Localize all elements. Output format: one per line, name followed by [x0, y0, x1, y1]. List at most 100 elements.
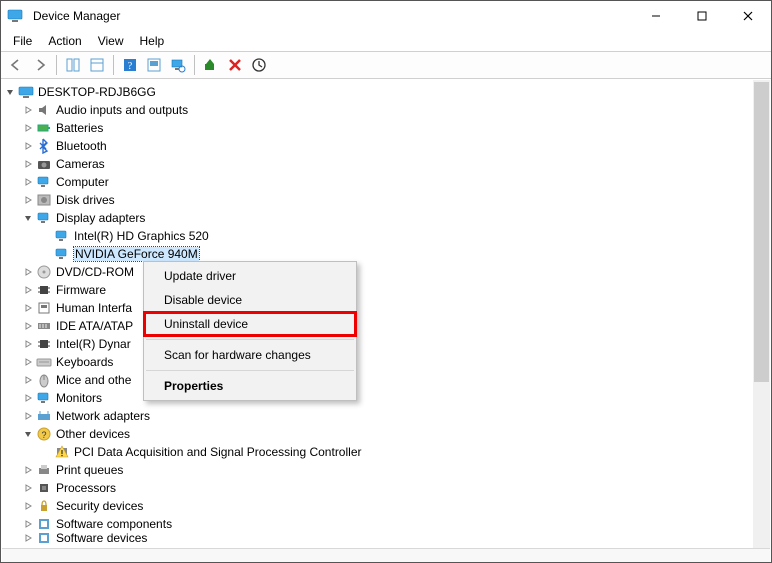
tree-item-label: Processors — [56, 481, 116, 495]
tree-item[interactable]: Computer — [2, 173, 753, 191]
disk-icon — [36, 192, 52, 208]
tree-item[interactable]: Intel(R) HD Graphics 520 — [2, 227, 753, 245]
tree-item[interactable]: Monitors — [2, 389, 753, 407]
tree-twisty[interactable] — [20, 426, 36, 442]
tree-twisty[interactable] — [20, 516, 36, 532]
tree-item[interactable]: Audio inputs and outputs — [2, 101, 753, 119]
tree-twisty[interactable] — [20, 174, 36, 190]
menu-file[interactable]: File — [5, 32, 40, 50]
menu-action[interactable]: Action — [40, 32, 89, 50]
tree-item[interactable]: IDE ATA/ATAP — [2, 317, 753, 335]
tree-item[interactable]: Software devices — [2, 533, 753, 543]
tree-twisty[interactable] — [20, 210, 36, 226]
mouse-icon — [36, 372, 52, 388]
tree-twisty[interactable] — [20, 192, 36, 208]
tree-item[interactable]: DVD/CD-ROM — [2, 263, 753, 281]
tree-twisty[interactable] — [20, 138, 36, 154]
device-tree[interactable]: DESKTOP-RDJB6GGAudio inputs and outputs B… — [2, 80, 753, 548]
enable-device-button[interactable] — [200, 54, 222, 76]
tree-item-label: Cameras — [56, 157, 105, 171]
tree-item[interactable]: Firmware — [2, 281, 753, 299]
tree-twisty-none — [38, 444, 54, 460]
close-button[interactable] — [725, 1, 771, 31]
show-hide-tree-button[interactable] — [62, 54, 84, 76]
tree-item[interactable]: Bluetooth — [2, 137, 753, 155]
tree-item[interactable]: Cameras — [2, 155, 753, 173]
tree-twisty[interactable] — [20, 462, 36, 478]
menu-view[interactable]: View — [90, 32, 132, 50]
monitor-icon — [36, 390, 52, 406]
tree-twisty[interactable] — [20, 264, 36, 280]
tree-item[interactable]: Mice and othe — [2, 371, 753, 389]
scan-hardware-button[interactable] — [167, 54, 189, 76]
toolbar-separator — [194, 55, 195, 75]
hid-icon — [36, 300, 52, 316]
dvd-icon — [36, 264, 52, 280]
tree-twisty[interactable] — [20, 102, 36, 118]
tree-item[interactable]: PCI Data Acquisition and Signal Processi… — [2, 443, 753, 461]
tree-item[interactable]: Software components — [2, 515, 753, 533]
scrollbar-thumb[interactable] — [754, 82, 769, 382]
tree-item[interactable]: NVIDIA GeForce 940M — [2, 245, 753, 263]
tree-item[interactable]: ?Other devices — [2, 425, 753, 443]
tree-item-label: Software devices — [56, 533, 147, 543]
context-menu: Update driver Disable device Uninstall d… — [143, 261, 357, 401]
tree-item[interactable]: Print queues — [2, 461, 753, 479]
tree-twisty[interactable] — [20, 372, 36, 388]
tree-twisty[interactable] — [20, 336, 36, 352]
minimize-button[interactable] — [633, 1, 679, 31]
tree-item-label: NVIDIA GeForce 940M — [74, 247, 199, 261]
maximize-button[interactable] — [679, 1, 725, 31]
vertical-scrollbar[interactable] — [753, 80, 770, 548]
tree-twisty[interactable] — [20, 300, 36, 316]
tree-item[interactable]: Keyboards — [2, 353, 753, 371]
tree-twisty[interactable] — [20, 354, 36, 370]
help-button[interactable]: ? — [119, 54, 141, 76]
menu-help[interactable]: Help — [132, 32, 173, 50]
tree-twisty[interactable] — [20, 156, 36, 172]
tree-item-label: PCI Data Acquisition and Signal Processi… — [74, 445, 361, 459]
ctx-scan-hardware[interactable]: Scan for hardware changes — [144, 343, 356, 367]
uninstall-device-button[interactable] — [224, 54, 246, 76]
ctx-properties[interactable]: Properties — [144, 374, 356, 398]
tree-item[interactable]: Intel(R) Dynar — [2, 335, 753, 353]
tree-item-label: Security devices — [56, 499, 143, 513]
software-icon — [36, 533, 52, 543]
tree-item-label: Batteries — [56, 121, 103, 135]
tree-twisty[interactable] — [20, 120, 36, 136]
ctx-separator — [146, 370, 354, 371]
warn-icon — [54, 444, 70, 460]
network-icon — [36, 408, 52, 424]
ctx-disable-device[interactable]: Disable device — [144, 288, 356, 312]
tree-twisty[interactable] — [2, 84, 18, 100]
tree-root[interactable]: DESKTOP-RDJB6GG — [2, 83, 753, 101]
tree-item-label: IDE ATA/ATAP — [56, 319, 133, 333]
properties-button[interactable] — [86, 54, 108, 76]
tree-item[interactable]: Network adapters — [2, 407, 753, 425]
toolbar-icon[interactable] — [143, 54, 165, 76]
forward-button[interactable] — [29, 54, 51, 76]
tree-item-label: Mice and othe — [56, 373, 131, 387]
tree-twisty[interactable] — [20, 390, 36, 406]
tree-item-label: Disk drives — [56, 193, 115, 207]
tree-item[interactable]: Security devices — [2, 497, 753, 515]
update-driver-button[interactable] — [248, 54, 270, 76]
tree-twisty[interactable] — [20, 480, 36, 496]
app-icon — [7, 8, 23, 24]
back-button[interactable] — [5, 54, 27, 76]
tree-item-label: Display adapters — [56, 211, 145, 225]
tree-twisty[interactable] — [20, 282, 36, 298]
tree-twisty[interactable] — [20, 498, 36, 514]
cpu-icon — [36, 480, 52, 496]
tree-item[interactable]: Disk drives — [2, 191, 753, 209]
ctx-update-driver[interactable]: Update driver — [144, 264, 356, 288]
tree-item[interactable]: Processors — [2, 479, 753, 497]
tree-twisty[interactable] — [20, 533, 36, 543]
tree-twisty[interactable] — [20, 408, 36, 424]
tree-item[interactable]: Human Interfa — [2, 299, 753, 317]
computer-icon — [18, 84, 34, 100]
tree-twisty[interactable] — [20, 318, 36, 334]
ctx-uninstall-device[interactable]: Uninstall device — [144, 312, 356, 336]
tree-item[interactable]: Display adapters — [2, 209, 753, 227]
tree-item[interactable]: Batteries — [2, 119, 753, 137]
